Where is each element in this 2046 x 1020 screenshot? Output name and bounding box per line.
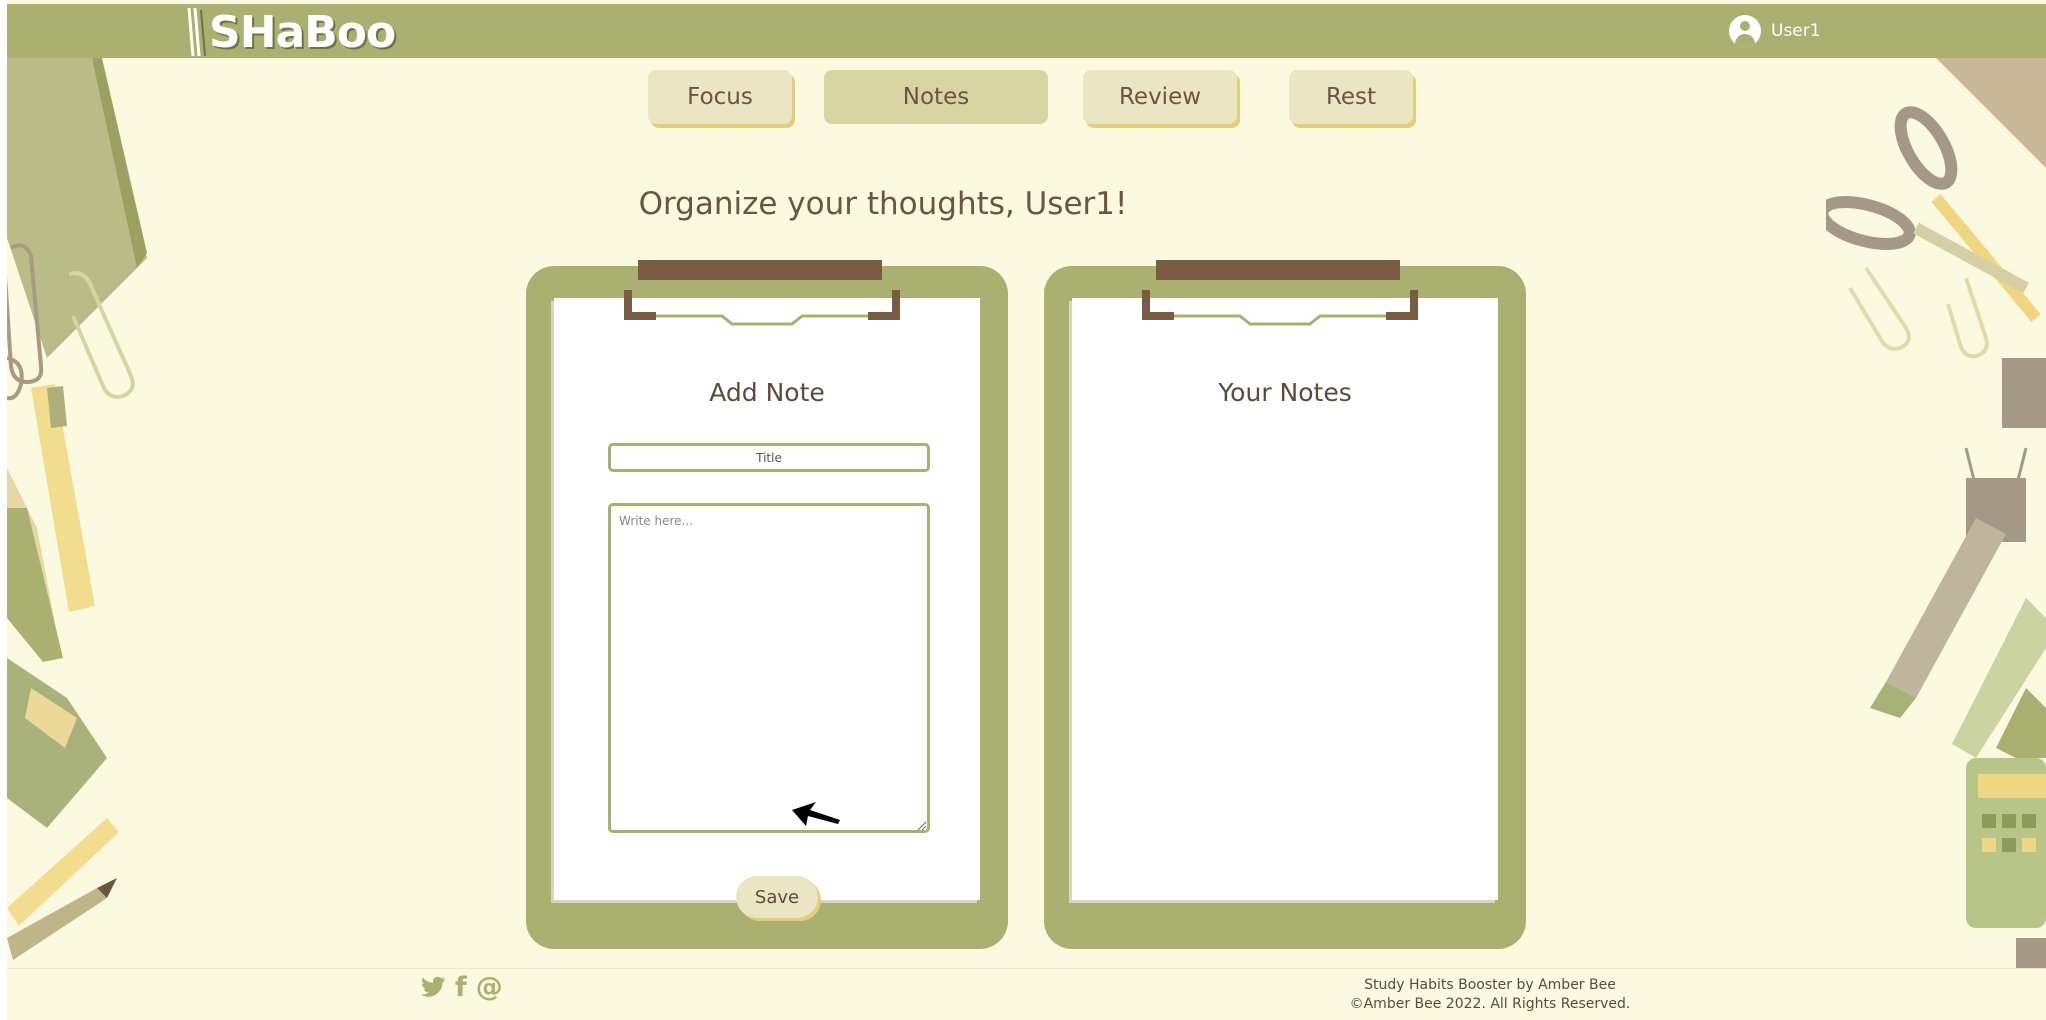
credit-line-2: ©Amber Bee 2022. All Rights Reserved.	[1349, 996, 1631, 1012]
page-title: Organize your thoughts, User1!	[638, 186, 1128, 222]
tab-focus[interactable]: Focus	[648, 70, 792, 124]
note-body-textarea[interactable]	[608, 503, 930, 833]
stationery-decoration-right	[1826, 58, 2046, 968]
save-button[interactable]: Save	[736, 876, 818, 918]
user-name: User1	[1771, 21, 1821, 41]
tab-review[interactable]: Review	[1083, 70, 1237, 124]
add-note-heading: Add Note	[709, 378, 825, 407]
scissors-icon	[1826, 106, 2041, 322]
marker-icon	[1870, 518, 2046, 758]
calculator-icon	[1966, 758, 2046, 968]
pens-logo-icon	[187, 7, 206, 57]
your-notes-paper: Your Notes	[1072, 298, 1498, 900]
mouse-cursor-icon	[792, 802, 840, 826]
clip-bar-icon	[1156, 260, 1400, 280]
footer-credits: Study Habits Booster by Amber Bee ©Amber…	[1340, 976, 1640, 1014]
credit-line-1: Study Habits Booster by Amber Bee	[1364, 977, 1616, 993]
resize-handle-icon[interactable]	[916, 820, 926, 830]
email-icon[interactable]: @	[476, 972, 503, 1003]
your-notes-heading: Your Notes	[1218, 378, 1352, 407]
clipboard-clip-icon	[624, 290, 900, 326]
user-menu[interactable]: User1	[1729, 14, 1821, 48]
logo[interactable]: SHaBoo	[183, 6, 396, 58]
logo-text: SHaBoo	[209, 6, 396, 58]
clip-bar-icon	[638, 260, 882, 280]
pencil-icon	[7, 818, 119, 960]
twitter-icon[interactable]	[420, 976, 446, 998]
clipboard-clip-icon	[1142, 290, 1418, 326]
tab-notes[interactable]: Notes	[824, 70, 1048, 124]
your-notes-clipboard: Your Notes	[1044, 260, 1526, 949]
note-title-input[interactable]	[608, 443, 930, 472]
notebook-small-icon	[7, 658, 107, 828]
paperclip-icon	[1848, 266, 1989, 359]
tab-rest[interactable]: Rest	[1289, 70, 1413, 124]
user-avatar-icon	[1729, 15, 1761, 47]
footer-divider	[7, 968, 2046, 969]
binder-clip-icon	[1964, 358, 2046, 542]
add-note-paper: Add Note Save	[554, 298, 980, 918]
add-note-clipboard: Add Note Save	[526, 260, 1008, 949]
top-header: SHaBoo User1	[7, 4, 2046, 58]
highlighter-icon	[7, 384, 95, 662]
page-left-edge	[0, 0, 7, 1020]
social-links: f @	[420, 970, 503, 1004]
facebook-icon[interactable]: f	[455, 972, 467, 1003]
